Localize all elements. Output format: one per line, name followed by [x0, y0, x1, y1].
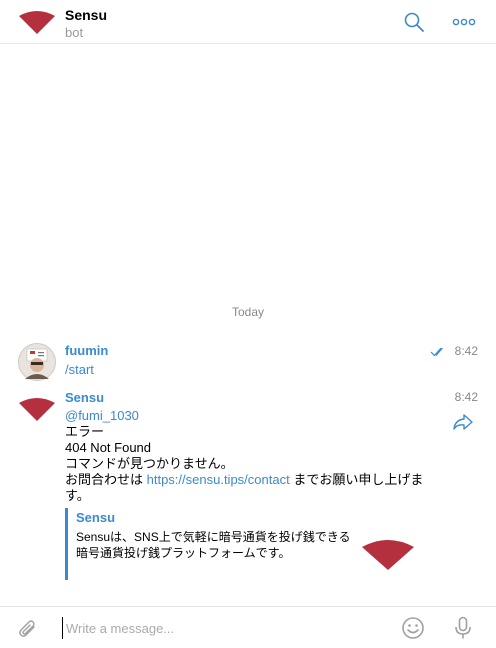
- share-icon[interactable]: [451, 412, 475, 432]
- message-sender[interactable]: fuumin: [65, 343, 108, 358]
- microphone-icon[interactable]: [454, 616, 472, 640]
- message-time: 8:42: [454, 344, 478, 358]
- contact-suffix: までお願い申し上げま: [289, 472, 424, 487]
- link-preview-title: Sensu: [76, 510, 116, 525]
- sensu-fan-avatar[interactable]: [18, 395, 56, 423]
- sensu-fan-avatar[interactable]: [18, 8, 56, 36]
- message-composer: [0, 606, 496, 648]
- contact-prefix: お問合わせは: [65, 472, 147, 487]
- contact-link[interactable]: https://sensu.tips/contact: [147, 472, 290, 487]
- message-sender[interactable]: Sensu: [65, 390, 104, 405]
- chat-subtitle: bot: [65, 25, 84, 40]
- contact-line: お問合わせは https://sensu.tips/contact までお願い申…: [65, 472, 423, 488]
- search-icon[interactable]: [402, 10, 426, 34]
- message-input[interactable]: [62, 617, 382, 639]
- message-time: 8:42: [454, 390, 478, 404]
- emoji-icon[interactable]: [401, 616, 425, 640]
- chat-header: Sensu bot: [0, 0, 496, 44]
- message-line: エラー: [65, 424, 105, 439]
- link-preview[interactable]: Sensu Sensuは、SNS上で気軽に暗号通貨を投げ銭できる 暗号通貨投げ銭…: [65, 508, 425, 580]
- command-text[interactable]: /start: [65, 362, 94, 378]
- more-options-icon[interactable]: [452, 12, 476, 32]
- double-check-icon: [430, 347, 443, 357]
- chat-title[interactable]: Sensu: [65, 7, 107, 23]
- link-preview-line: 暗号通貨投げ銭プラットフォームです。: [76, 546, 291, 560]
- sensu-fan-logo: [362, 540, 414, 570]
- contact-line-wrap: す。: [65, 488, 90, 503]
- message-line: 404 Not Found: [65, 440, 152, 455]
- date-separator: Today: [231, 305, 265, 319]
- mention-link[interactable]: @fumi_1030: [65, 408, 139, 424]
- paperclip-icon[interactable]: [17, 618, 39, 640]
- link-preview-line: Sensuは、SNS上で気軽に暗号通貨を投げ銭できる: [76, 530, 351, 544]
- user-avatar[interactable]: [18, 343, 56, 381]
- message-line: コマンドが見つかりません。: [65, 456, 234, 471]
